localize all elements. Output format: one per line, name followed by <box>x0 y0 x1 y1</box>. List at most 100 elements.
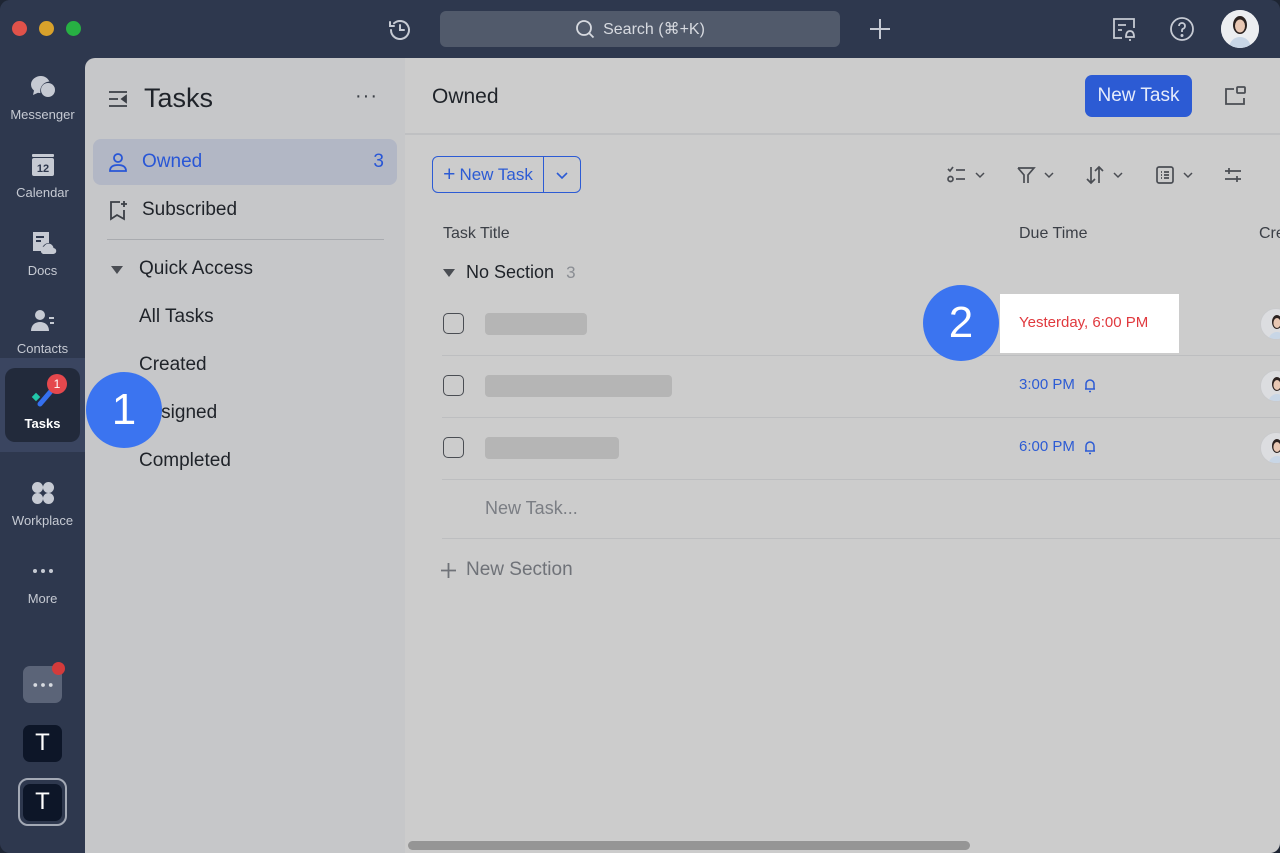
rail-item-workplace[interactable]: Workplace <box>0 464 85 542</box>
plus-icon[interactable] <box>867 16 893 42</box>
creator-avatar[interactable] <box>1260 370 1280 402</box>
task-title-redacted[interactable] <box>485 375 672 397</box>
chevron-down-icon <box>975 172 985 179</box>
person-icon <box>109 153 127 172</box>
creator-avatar[interactable] <box>1260 308 1280 340</box>
search-placeholder: Search (⌘+K) <box>603 21 705 38</box>
task-due-time[interactable]: 6:00 PM <box>1019 438 1098 455</box>
rail-item-tasks[interactable]: Tasks <box>5 368 80 442</box>
sidebar-title: Tasks <box>144 83 214 113</box>
horizontal-scrollbar[interactable] <box>408 841 970 850</box>
creator-avatar[interactable] <box>1260 432 1280 464</box>
workplace-icon <box>31 481 54 504</box>
sidebar-item-created[interactable]: Created <box>139 354 207 376</box>
section-header[interactable]: No Section 3 <box>442 262 576 283</box>
step-marker-1: 1 <box>86 372 162 448</box>
calendar-icon: 12 <box>31 153 54 176</box>
sidebar-item-subscribed[interactable]: Subscribed <box>93 187 397 233</box>
new-task-button[interactable]: New Task <box>1085 75 1192 117</box>
task-row[interactable]: 6:00 PM <box>442 418 1280 480</box>
notification-dot <box>52 662 65 675</box>
search-input[interactable]: Search (⌘+K) <box>440 11 840 47</box>
sidebar-item-label: Owned <box>142 151 203 172</box>
collapse-sidebar-icon[interactable] <box>107 88 129 110</box>
task-checkbox[interactable] <box>443 437 464 458</box>
chevron-down-icon <box>1183 172 1193 179</box>
more-icon <box>32 568 53 573</box>
task-due-time[interactable]: Yesterday, 6:00 PM <box>1019 314 1148 331</box>
sort-button[interactable] <box>1084 162 1124 188</box>
caret-down-icon[interactable] <box>110 265 124 275</box>
app-shortcut-t-selected[interactable]: T <box>23 784 62 821</box>
contacts-icon <box>30 309 54 331</box>
help-icon[interactable] <box>1168 15 1196 43</box>
svg-text:12: 12 <box>36 163 48 175</box>
rail-label: Tasks <box>24 415 61 431</box>
settings-sliders-icon <box>1225 168 1241 182</box>
column-header-creator[interactable]: Cre <box>1259 225 1280 243</box>
plus-icon: + <box>443 162 456 186</box>
rail-label: More <box>27 590 58 606</box>
quick-access-header[interactable]: Quick Access <box>139 258 253 280</box>
rail-label: Calendar <box>16 184 69 200</box>
due-time-text: 6:00 PM <box>1019 438 1075 455</box>
section-name: No Section <box>466 262 555 282</box>
rail-item-more[interactable]: More <box>0 542 85 620</box>
user-avatar[interactable] <box>1221 10 1259 48</box>
new-task-split-main[interactable]: + New Task <box>433 157 544 192</box>
bell-icon <box>1084 440 1095 454</box>
task-title-redacted[interactable] <box>485 437 619 459</box>
messenger-icon <box>30 75 55 97</box>
step-marker-2: 2 <box>923 285 999 361</box>
group-by-button[interactable] <box>946 162 986 188</box>
app-shortcut-t[interactable]: T <box>23 725 62 762</box>
task-row[interactable]: Yesterday, 6:00 PM <box>442 294 1280 356</box>
new-task-dropdown[interactable] <box>544 157 580 192</box>
new-task-input[interactable] <box>485 495 885 521</box>
chevron-down-icon <box>1113 172 1123 179</box>
sidebar-item-label: Subscribed <box>142 199 238 220</box>
task-due-time[interactable]: 3:00 PM <box>1019 376 1098 393</box>
rail-item-messenger[interactable]: Messenger <box>0 58 85 136</box>
notification-list-icon[interactable] <box>1110 15 1138 43</box>
sidebar-item-completed[interactable]: Completed <box>139 450 231 472</box>
close-window-button[interactable] <box>12 21 27 36</box>
task-row[interactable]: 3:00 PM <box>442 356 1280 418</box>
column-header-task-title[interactable]: Task Title <box>443 225 510 243</box>
title-bar: Search (⌘+K) <box>0 0 1280 58</box>
filter-icon <box>1017 167 1036 183</box>
filter-button[interactable] <box>1015 162 1055 188</box>
tasks-sidebar: Tasks ··· Owned 3 Subscribed Quick Acces… <box>85 58 405 853</box>
rail-item-docs[interactable]: Docs <box>0 214 85 292</box>
settings-button[interactable] <box>1222 162 1244 188</box>
task-checkbox[interactable] <box>443 375 464 396</box>
sidebar-item-owned[interactable]: Owned 3 <box>93 139 397 185</box>
history-icon[interactable] <box>386 16 414 44</box>
page-title: Owned <box>432 85 499 108</box>
rail-label: Docs <box>27 262 58 278</box>
more-icon <box>32 682 53 687</box>
minimize-window-button[interactable] <box>39 21 54 36</box>
new-section-button[interactable]: New Section <box>440 559 573 581</box>
view-icon <box>1156 166 1174 184</box>
rail-item-calendar[interactable]: 12 Calendar <box>0 136 85 214</box>
new-task-split-button: + New Task <box>432 156 581 193</box>
sidebar-divider <box>107 239 384 240</box>
sidebar-item-all-tasks[interactable]: All Tasks <box>139 306 214 328</box>
column-header-due-time[interactable]: Due Time <box>1019 225 1087 243</box>
chevron-down-icon <box>1044 172 1054 179</box>
rail-label: Workplace <box>11 512 74 528</box>
sidebar-more-button[interactable]: ··· <box>355 85 381 109</box>
task-title-redacted[interactable] <box>485 313 587 335</box>
maximize-window-button[interactable] <box>66 21 81 36</box>
rail-label: Messenger <box>10 106 75 122</box>
task-checkbox[interactable] <box>443 313 464 334</box>
new-section-label: New Section <box>466 559 573 580</box>
app-rail: Messenger 12 Calendar Docs Contacts Task… <box>0 58 85 853</box>
rail-label: Contacts <box>16 340 69 356</box>
open-in-window-icon[interactable] <box>1223 84 1247 108</box>
section-count: 3 <box>566 262 576 282</box>
view-button[interactable] <box>1154 162 1194 188</box>
due-time-text: Yesterday, 6:00 PM <box>1019 314 1149 331</box>
header-divider <box>405 133 1280 135</box>
